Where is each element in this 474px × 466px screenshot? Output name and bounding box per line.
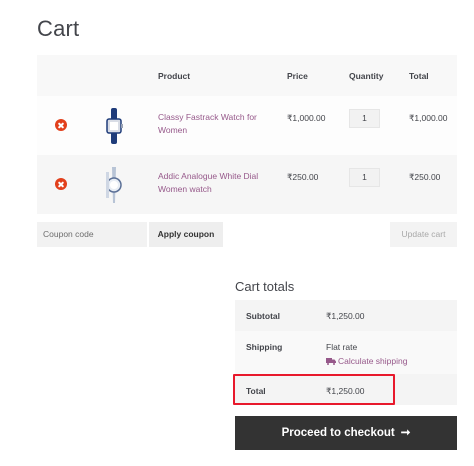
- arrow-right-icon: ➞: [400, 427, 411, 439]
- proceed-to-checkout-button[interactable]: Proceed to checkout ➞: [235, 416, 457, 450]
- coupon-code-input[interactable]: Coupon code: [37, 222, 147, 247]
- shipping-row: Shipping Flat rate Calculate shipping: [235, 331, 457, 374]
- truck-icon: [326, 358, 336, 365]
- checkout-label: Proceed to checkout: [281, 427, 395, 439]
- apply-coupon-button[interactable]: Apply coupon: [149, 222, 223, 247]
- update-cart-button[interactable]: Update cart: [390, 222, 457, 247]
- header-total: Total: [409, 71, 429, 81]
- page-title: Cart: [37, 16, 80, 41]
- cart-item-row: Classy Fastrack Watch for Women ₹1,000.0…: [37, 96, 457, 155]
- shipping-label: Shipping: [246, 342, 283, 352]
- cart-item-row: Addic Analogue White Dial Women watch ₹2…: [37, 155, 457, 214]
- cart-table: Product Price Quantity Total Classy Fast…: [37, 55, 457, 214]
- subtotal-value: ₹1,250.00: [326, 311, 365, 321]
- total-highlight-box: [233, 374, 395, 405]
- cart-table-header: Product Price Quantity Total: [37, 55, 457, 96]
- header-price: Price: [287, 71, 308, 81]
- product-name-link[interactable]: Addic Analogue White Dial Women watch: [158, 170, 273, 196]
- quantity-input[interactable]: 1: [349, 168, 380, 187]
- header-quantity: Quantity: [349, 71, 384, 81]
- subtotal-label: Subtotal: [246, 311, 280, 321]
- product-thumbnail[interactable]: [101, 167, 127, 203]
- product-price: ₹250.00: [287, 172, 319, 182]
- cart-totals-title: Cart totals: [235, 279, 295, 294]
- product-name-link[interactable]: Classy Fastrack Watch for Women: [158, 111, 273, 137]
- shipping-method: Flat rate: [326, 342, 358, 352]
- calculate-shipping-link[interactable]: Calculate shipping: [326, 356, 407, 366]
- product-thumbnail[interactable]: [103, 108, 125, 144]
- subtotal-row: Subtotal ₹1,250.00: [235, 300, 457, 331]
- product-price: ₹1,000.00: [287, 113, 326, 123]
- header-product: Product: [158, 71, 191, 81]
- line-total: ₹1,000.00: [409, 113, 448, 123]
- calculate-shipping-label: Calculate shipping: [338, 356, 408, 366]
- remove-item-icon[interactable]: [55, 178, 67, 190]
- line-total: ₹250.00: [409, 172, 441, 182]
- quantity-input[interactable]: 1: [349, 109, 380, 128]
- remove-item-icon[interactable]: [55, 119, 67, 131]
